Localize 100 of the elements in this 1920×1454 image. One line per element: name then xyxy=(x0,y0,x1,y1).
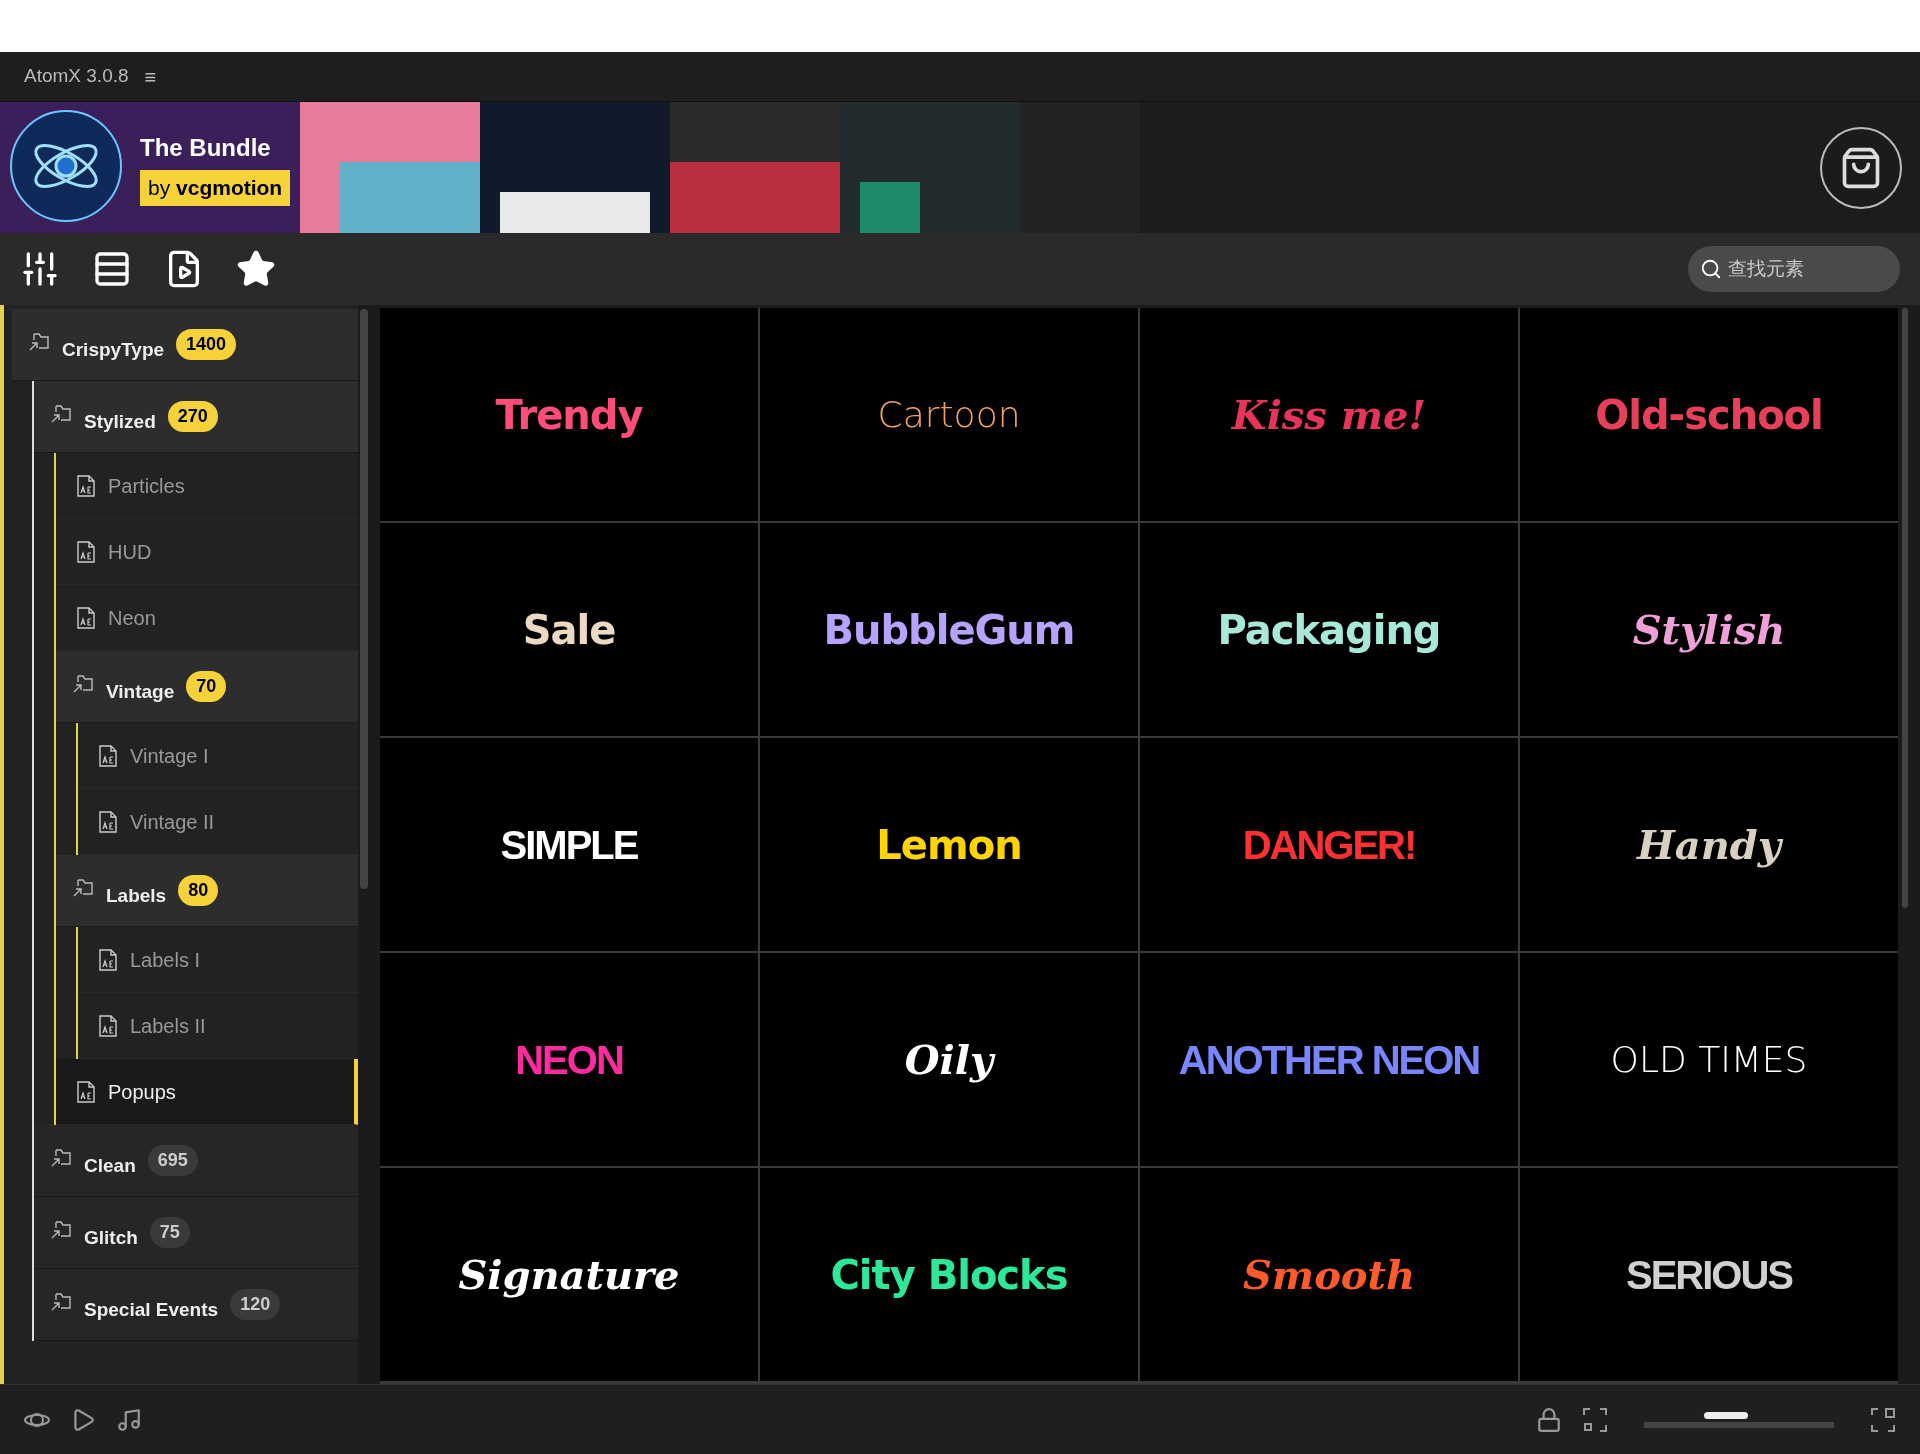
preset-tile[interactable]: Handy xyxy=(1520,738,1898,951)
folder-link-icon xyxy=(28,332,50,352)
folder-label: Clean xyxy=(84,1153,136,1178)
music-icon[interactable] xyxy=(116,1406,142,1433)
preset-tile[interactable]: BubbleGum xyxy=(760,523,1138,736)
preset-tile[interactable]: Smooth xyxy=(1140,1168,1518,1381)
count-badge: 1400 xyxy=(176,329,237,360)
folder-link-icon xyxy=(50,1220,72,1240)
tree-folder-row[interactable]: CrispyType 1400 xyxy=(12,309,358,381)
preset-title: Cartoon xyxy=(877,392,1021,437)
preset-title: NEON xyxy=(515,1036,623,1084)
preset-tile[interactable]: Cartoon xyxy=(760,308,1138,521)
preset-tile[interactable]: ANOTHER NEON xyxy=(1140,953,1518,1166)
folder-label: Vintage xyxy=(106,679,175,704)
fit-icon[interactable] xyxy=(1582,1406,1608,1433)
preset-tile[interactable]: Signature xyxy=(380,1168,758,1381)
folder-link-icon xyxy=(72,674,94,694)
folder-label: CrispyType xyxy=(62,337,165,362)
file-label: HUD xyxy=(108,539,152,565)
list-icon[interactable] xyxy=(92,249,132,289)
preset-tile[interactable]: Packaging xyxy=(1140,523,1518,736)
folder-label: Glitch xyxy=(84,1225,138,1250)
preset-tile[interactable]: SERIOUS xyxy=(1520,1168,1898,1381)
preset-title: Sale xyxy=(522,605,616,655)
preset-tile[interactable]: Old-school xyxy=(1520,308,1898,521)
preset-tile[interactable]: Sale xyxy=(380,523,758,736)
preset-tile[interactable]: SIMPLE xyxy=(380,738,758,951)
file-label: Neon xyxy=(108,605,156,631)
folder-label: Labels xyxy=(106,883,167,908)
tree-folder-row[interactable]: Clean 695 xyxy=(34,1125,358,1197)
scrollbar-thumb[interactable] xyxy=(1902,308,1908,908)
preset-title: SIMPLE xyxy=(500,821,638,869)
tree-folder-row[interactable]: Stylized 270 xyxy=(34,381,358,453)
ae-file-icon xyxy=(76,606,96,629)
folder-label: Stylized xyxy=(84,409,156,434)
tree-folder-row[interactable]: Vintage 70 xyxy=(56,651,358,723)
preset-title: OLD TIMES xyxy=(1610,1037,1808,1082)
menu-button[interactable]: ≡ xyxy=(144,61,157,92)
preset-title: Packaging xyxy=(1217,605,1441,655)
preset-tile[interactable]: Oily xyxy=(760,953,1138,1166)
preset-tile[interactable]: Stylish xyxy=(1520,523,1898,736)
ae-file-icon xyxy=(76,474,96,497)
count-badge: 80 xyxy=(178,875,219,906)
preset-tile[interactable]: DANGER! xyxy=(1140,738,1518,951)
preset-title: Smooth xyxy=(1242,1249,1416,1300)
preset-title: ANOTHER NEON xyxy=(1178,1036,1480,1084)
search-icon xyxy=(1700,258,1722,280)
preset-tile[interactable]: OLD TIMES xyxy=(1520,953,1898,1166)
star-icon[interactable] xyxy=(236,249,276,289)
count-badge: 695 xyxy=(147,1145,198,1176)
preset-title: City Blocks xyxy=(830,1250,1068,1300)
file-label: Vintage II xyxy=(130,809,215,835)
search-field[interactable]: 查找元素 xyxy=(1688,246,1900,292)
folder-link-icon xyxy=(50,404,72,424)
preset-title: Signature xyxy=(458,1249,680,1300)
ae-file-icon xyxy=(98,744,118,767)
folder-link-icon xyxy=(50,1148,72,1168)
expand-icon[interactable] xyxy=(1870,1406,1896,1433)
preset-tile[interactable]: City Blocks xyxy=(760,1168,1138,1381)
preset-title: Kiss me! xyxy=(1231,389,1427,440)
tree-file-row[interactable]: Popups xyxy=(56,1059,358,1125)
tree-folder-row[interactable]: Glitch 75 xyxy=(34,1197,358,1269)
slider-thumb[interactable] xyxy=(1703,1411,1748,1419)
window-title: AtomX 3.0.8 xyxy=(24,64,129,89)
preset-title: Old-school xyxy=(1595,390,1823,440)
tree-folder-row[interactable]: Special Events 120 xyxy=(34,1269,358,1341)
preset-title: DANGER! xyxy=(1242,821,1416,869)
preset-title: Stylish xyxy=(1632,604,1786,655)
count-badge: 75 xyxy=(149,1217,190,1248)
scrollbar-thumb[interactable] xyxy=(360,309,368,889)
folder-label: Special Events xyxy=(84,1297,219,1322)
lock-icon[interactable] xyxy=(1536,1406,1562,1433)
ae-file-icon xyxy=(76,540,96,563)
folder-link-icon xyxy=(50,1292,72,1312)
banner-title: The Bundle xyxy=(140,133,271,163)
file-label: Labels II xyxy=(130,1013,206,1039)
thumb-size-slider[interactable] xyxy=(1644,1409,1834,1430)
count-badge: 270 xyxy=(167,401,218,432)
file-label: Labels I xyxy=(130,947,201,973)
preset-title: BubbleGum xyxy=(823,605,1075,655)
preset-tile[interactable]: Trendy xyxy=(380,308,758,521)
file-label: Popups xyxy=(108,1079,176,1105)
preset-title: Trendy xyxy=(495,390,643,440)
folder-link-icon xyxy=(72,878,94,898)
preset-tile[interactable]: NEON xyxy=(380,953,758,1166)
preset-title: Lemon xyxy=(876,820,1022,870)
file-label: Particles xyxy=(108,473,185,499)
preset-tile[interactable]: Kiss me! xyxy=(1140,308,1518,521)
count-badge: 120 xyxy=(230,1289,281,1320)
ae-file-icon xyxy=(76,1080,96,1103)
ae-file-icon xyxy=(98,948,118,971)
sliders-icon[interactable] xyxy=(20,249,60,289)
preset-title: SERIOUS xyxy=(1625,1251,1792,1299)
preset-title: Oily xyxy=(904,1034,994,1085)
tree-folder-row[interactable]: Labels 80 xyxy=(56,855,358,927)
file-label: Vintage I xyxy=(130,743,209,769)
ae-file-icon xyxy=(98,1014,118,1037)
ae-file-icon xyxy=(98,810,118,833)
preset-tile[interactable]: Lemon xyxy=(760,738,1138,951)
byline-badge: by vcgmotion xyxy=(140,170,291,206)
